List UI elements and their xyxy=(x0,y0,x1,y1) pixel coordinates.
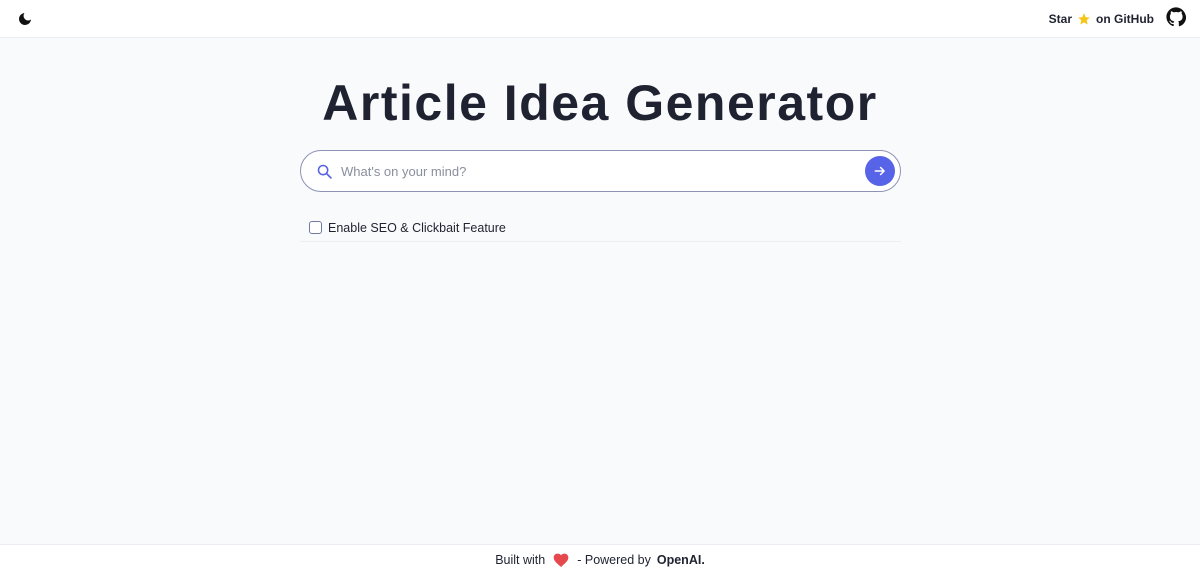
powered-by-text: - Powered by xyxy=(577,553,651,567)
seo-option-row: Enable SEO & Clickbait Feature xyxy=(300,214,901,242)
submit-button[interactable] xyxy=(865,156,895,186)
on-github-text: on GitHub xyxy=(1096,12,1154,26)
footer: Built with - Powered by OpenAI. xyxy=(0,544,1200,575)
search-box xyxy=(300,150,901,192)
github-button[interactable] xyxy=(1166,7,1187,27)
github-star-link[interactable]: Star on GitHub xyxy=(1049,10,1154,28)
built-with-text: Built with xyxy=(495,553,546,567)
search-icon xyxy=(317,164,332,179)
theme-toggle-button[interactable] xyxy=(14,8,36,30)
star-text: Star xyxy=(1048,12,1073,26)
page-title: Article Idea Generator xyxy=(322,75,878,131)
top-bar: Star on GitHub xyxy=(0,0,1200,38)
github-icon xyxy=(1166,7,1187,27)
arrow-right-icon xyxy=(874,166,885,176)
seo-checkbox-label[interactable]: Enable SEO & Clickbait Feature xyxy=(328,221,506,235)
seo-checkbox[interactable] xyxy=(309,221,322,234)
openai-link[interactable]: OpenAI. xyxy=(657,553,705,567)
search-input[interactable] xyxy=(341,157,856,185)
moon-icon xyxy=(19,13,31,25)
star-icon xyxy=(1077,12,1091,26)
heart-icon xyxy=(553,553,569,567)
